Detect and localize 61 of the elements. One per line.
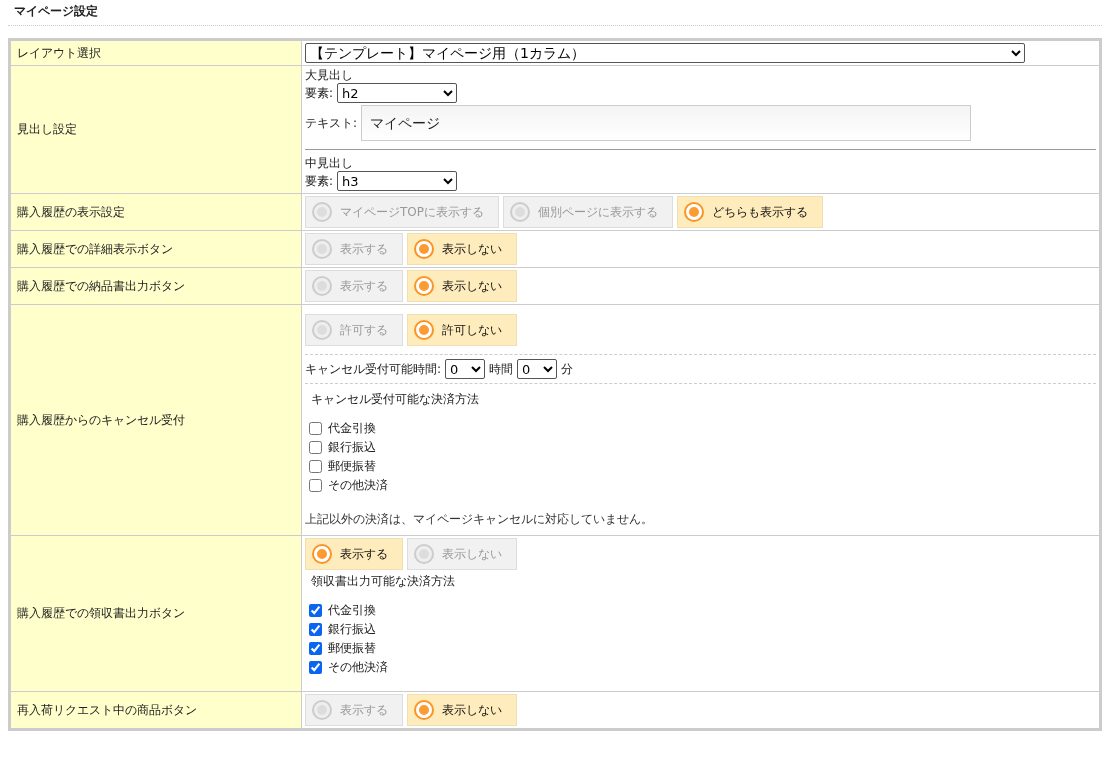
checkbox-label: 郵便振替 — [328, 641, 376, 656]
checkbox-label: その他決済 — [328, 478, 388, 493]
checkbox-label: 銀行振込 — [328, 622, 376, 637]
checkbox[interactable] — [309, 623, 322, 636]
element-select[interactable]: h2 — [337, 83, 458, 103]
radio-icon — [314, 702, 330, 718]
row-label: 購入履歴での納品書出力ボタン — [9, 267, 302, 305]
checkbox-label: 代金引換 — [328, 603, 376, 618]
radio-icon — [314, 278, 330, 294]
heading-group-title: 大見出し — [305, 68, 353, 82]
row-label: 購入履歴からのキャンセル受付 — [9, 304, 302, 536]
row-label: 購入履歴の表示設定 — [9, 193, 302, 231]
field-label: 要素: — [305, 85, 334, 101]
checkbox-label: 代金引換 — [328, 421, 376, 436]
unit-label: 分 — [561, 361, 574, 377]
checkbox[interactable] — [309, 460, 322, 473]
radio-icon — [314, 322, 330, 338]
row-label: 見出し設定 — [9, 65, 302, 194]
radio-icon — [314, 241, 330, 257]
field-label: テキスト: — [305, 115, 358, 131]
row-label: 再入荷リクエスト中の商品ボタン — [9, 691, 302, 730]
radio-icon — [416, 702, 432, 718]
hours-select[interactable]: 0 — [445, 359, 486, 379]
checkbox[interactable] — [309, 661, 322, 674]
radio-option[interactable]: 表示しない — [407, 233, 517, 265]
radio-icon — [512, 204, 528, 220]
page-title: マイページ設定 — [8, 4, 1102, 26]
checkbox[interactable] — [309, 479, 322, 492]
checkbox[interactable] — [309, 441, 322, 454]
heading-group-title: 中見出し — [305, 156, 353, 170]
methods-title: 領収書出力可能な決済方法 — [311, 574, 455, 588]
unit-label: 時間 — [489, 361, 514, 377]
radio-option[interactable]: 許可しない — [407, 314, 517, 346]
checkbox-label: 銀行振込 — [328, 440, 376, 455]
minutes-select[interactable]: 0 — [517, 359, 558, 379]
radio-option[interactable]: 表示する — [305, 538, 403, 570]
row-label: レイアウト選択 — [9, 39, 302, 66]
methods-title: キャンセル受付可能な決済方法 — [311, 392, 479, 406]
checkbox-label: 郵便振替 — [328, 459, 376, 474]
checkbox[interactable] — [309, 422, 322, 435]
radio-icon — [686, 204, 702, 220]
field-label: キャンセル受付可能時間: — [305, 361, 442, 377]
radio-icon — [314, 546, 330, 562]
radio-icon — [416, 241, 432, 257]
radio-icon — [314, 204, 330, 220]
radio-option[interactable]: 表示しない — [407, 270, 517, 302]
note-text: 上記以外の決済は、マイページキャンセルに対応していません。 — [305, 511, 654, 528]
radio-icon — [416, 322, 432, 338]
checkbox-label: その他決済 — [328, 660, 388, 675]
layout-select[interactable]: 【テンプレート】マイページ用（1カラム） — [305, 43, 1025, 63]
text-field[interactable]: マイページ — [361, 105, 972, 141]
radio-option[interactable]: 表示しない — [407, 694, 517, 726]
checkbox[interactable] — [309, 604, 322, 617]
radio-icon — [416, 546, 432, 562]
row-label: 購入履歴での領収書出力ボタン — [9, 535, 302, 692]
element-select[interactable]: h3 — [337, 171, 458, 191]
radio-option[interactable]: どちらも表示する — [677, 196, 823, 228]
row-label: 購入履歴での詳細表示ボタン — [9, 230, 302, 268]
checkbox[interactable] — [309, 642, 322, 655]
field-label: 要素: — [305, 173, 334, 189]
radio-icon — [416, 278, 432, 294]
